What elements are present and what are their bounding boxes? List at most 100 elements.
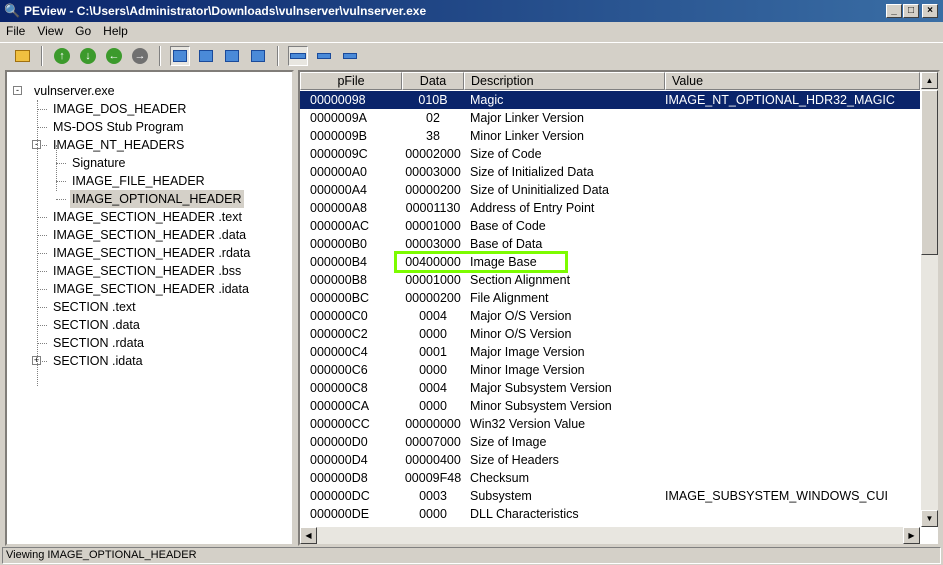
- tree-item[interactable]: SECTION .rdata: [51, 334, 146, 352]
- data-cell: 0000: [419, 507, 447, 521]
- pfile-cell: 000000DE: [310, 507, 370, 521]
- value-cell: IMAGE_NT_OPTIONAL_HDR32_MAGIC: [665, 93, 895, 107]
- tree-item[interactable]: IMAGE_OPTIONAL_HEADER: [70, 190, 244, 208]
- data-cell: 00000400: [405, 453, 461, 467]
- pfile-cell: 000000C6: [310, 363, 368, 377]
- layout-split-icon[interactable]: [314, 46, 334, 66]
- pfile-cell: 0000009A: [310, 111, 368, 125]
- maximize-button[interactable]: □: [903, 4, 919, 18]
- tree-item[interactable]: IMAGE_SECTION_HEADER .rdata: [51, 244, 252, 262]
- minimize-button[interactable]: _: [886, 4, 902, 18]
- table-row[interactable]: 000000CC 00000000 Win32 Version Value: [300, 415, 920, 433]
- tree-item[interactable]: IMAGE_NT_HEADERS: [51, 136, 186, 154]
- scroll-thumb[interactable]: [921, 90, 938, 255]
- view-hex-icon[interactable]: [170, 45, 190, 66]
- table-row[interactable]: 000000A4 00000200 Size of Uninitialized Da…: [300, 181, 920, 199]
- value-cell: [660, 307, 920, 325]
- tree-item[interactable]: SECTION .idata: [51, 352, 145, 370]
- data-cell: 38: [426, 129, 440, 143]
- tree-item[interactable]: IMAGE_SECTION_HEADER .bss: [51, 262, 243, 280]
- tree-connector: [37, 307, 47, 308]
- value-cell: [660, 271, 920, 289]
- pfile-cell: 00000098: [310, 93, 366, 107]
- table-row[interactable]: 000000C6 0000 Minor Image Version: [300, 361, 920, 379]
- tree-item[interactable]: IMAGE_SECTION_HEADER .idata: [51, 280, 251, 298]
- view-word-icon[interactable]: [222, 46, 242, 66]
- scroll-down-button[interactable]: ▼: [921, 510, 938, 527]
- table-row[interactable]: 000000B4 00400000 Image Base: [300, 253, 920, 271]
- table-row[interactable]: 000000DE 0000 DLL Characteristics: [300, 505, 920, 523]
- collapse-icon[interactable]: -: [13, 86, 22, 95]
- open-file-icon[interactable]: [12, 46, 32, 66]
- go-down-icon[interactable]: ↓: [78, 46, 98, 66]
- table-row[interactable]: 000000A0 00003000 Size of Initialized Data: [300, 163, 920, 181]
- tree-connector: [37, 271, 47, 272]
- pfile-cell: 000000A4: [310, 183, 368, 197]
- structure-tree[interactable]: vulnserver.exe - IMAGE_DOS_HEADER MS-DOS St…: [5, 70, 294, 546]
- table-row[interactable]: 000000C4 0001 Major Image Version: [300, 343, 920, 361]
- tree-item[interactable]: IMAGE_SECTION_HEADER .data: [51, 226, 248, 244]
- details-list[interactable]: pFile Data Description Value 00000098 010…: [298, 70, 940, 546]
- vertical-scrollbar[interactable]: ▲ ▼: [921, 72, 938, 527]
- tree-item[interactable]: MS-DOS Stub Program: [51, 118, 186, 136]
- view-byte-icon[interactable]: [196, 46, 216, 66]
- close-button[interactable]: ×: [922, 4, 938, 18]
- tree-item[interactable]: IMAGE_DOS_HEADER: [51, 100, 188, 118]
- go-back-icon[interactable]: ←: [104, 46, 124, 66]
- table-row[interactable]: 000000D0 00007000 Size of Image: [300, 433, 920, 451]
- pfile-cell: 0000009C: [310, 147, 368, 161]
- table-row[interactable]: 000000CA 0000 Minor Subsystem Version: [300, 397, 920, 415]
- pfile-cell: 000000A0: [310, 165, 368, 179]
- menu-help[interactable]: Help: [103, 24, 128, 38]
- tree-connector: [37, 235, 47, 236]
- menu-file[interactable]: File: [6, 24, 25, 38]
- go-up-icon[interactable]: ↑: [52, 46, 72, 66]
- table-row[interactable]: 000000B8 00001000 Section Alignment: [300, 271, 920, 289]
- table-row[interactable]: 000000DC 0003 Subsystem IMAGE_SUBSYSTEM_WIN…: [300, 487, 920, 505]
- column-pfile[interactable]: pFile: [300, 72, 402, 90]
- tree-line: [56, 145, 57, 191]
- table-row[interactable]: 000000BC 00000200 File Alignment: [300, 289, 920, 307]
- table-row[interactable]: 0000009C 00002000 Size of Code: [300, 145, 920, 163]
- horizontal-scrollbar[interactable]: ◀ ▶: [300, 527, 920, 544]
- description-cell: DLL Characteristics: [470, 507, 579, 521]
- tree-item[interactable]: IMAGE_FILE_HEADER: [70, 172, 207, 190]
- value-cell: [660, 451, 920, 469]
- table-row[interactable]: 000000C2 0000 Minor O/S Version: [300, 325, 920, 343]
- layout-single-icon[interactable]: [340, 46, 360, 66]
- pfile-cell: 000000D8: [310, 471, 368, 485]
- column-value[interactable]: Value: [665, 72, 920, 90]
- column-data[interactable]: Data: [402, 72, 464, 90]
- table-row[interactable]: 000000A8 00001130 Address of Entry Point: [300, 199, 920, 217]
- table-row[interactable]: 0000009A 02 Major Linker Version: [300, 109, 920, 127]
- scroll-up-button[interactable]: ▲: [921, 72, 938, 89]
- table-row[interactable]: 0000009B 38 Minor Linker Version: [300, 127, 920, 145]
- menu-go[interactable]: Go: [75, 24, 91, 38]
- table-row[interactable]: 000000AC 00001000 Base of Code: [300, 217, 920, 235]
- tree-item[interactable]: SECTION .data: [51, 316, 142, 334]
- tree-item[interactable]: Signature: [70, 154, 128, 172]
- layout-columns-icon[interactable]: [288, 45, 308, 66]
- pfile-cell: 000000D4: [310, 453, 368, 467]
- table-row[interactable]: 000000D4 00000400 Size of Headers: [300, 451, 920, 469]
- data-cell: 0003: [419, 489, 447, 503]
- scroll-left-button[interactable]: ◀: [300, 527, 317, 544]
- table-row[interactable]: 000000C0 0004 Major O/S Version: [300, 307, 920, 325]
- tree-item[interactable]: IMAGE_SECTION_HEADER .text: [51, 208, 244, 226]
- table-row[interactable]: 000000B0 00003000 Base of Data: [300, 235, 920, 253]
- window-title: PEview - C:\Users\Administrator\Download…: [24, 4, 427, 18]
- scroll-right-button[interactable]: ▶: [903, 527, 920, 544]
- table-row[interactable]: 000000C8 0004 Major Subsystem Version: [300, 379, 920, 397]
- description-cell: Magic: [470, 93, 504, 107]
- table-row[interactable]: 000000D8 00009F48 Checksum: [300, 469, 920, 487]
- go-forward-icon[interactable]: →: [130, 46, 150, 66]
- column-description[interactable]: Description: [464, 72, 665, 90]
- data-cell: 0000: [419, 399, 447, 413]
- view-dword-icon[interactable]: [248, 46, 268, 66]
- status-bar: Viewing IMAGE_OPTIONAL_HEADER: [2, 547, 941, 564]
- value-cell: [660, 289, 920, 307]
- menu-view[interactable]: View: [37, 24, 63, 38]
- tree-item[interactable]: vulnserver.exe: [32, 82, 117, 100]
- tree-item[interactable]: SECTION .text: [51, 298, 138, 316]
- table-row[interactable]: 00000098 010B Magic IMAGE_NT_OPTIONAL_HDR32…: [300, 90, 921, 110]
